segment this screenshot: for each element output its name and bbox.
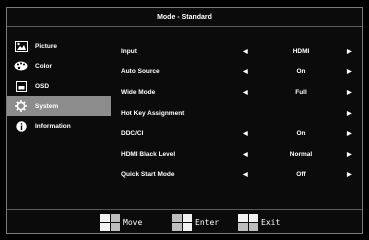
row-value: On (296, 130, 306, 138)
row-label: Auto Source (121, 68, 160, 76)
arrow-left-icon[interactable]: ◀ (243, 151, 248, 158)
sidebar-item-label: Information (35, 122, 71, 130)
exit-label: Exit (261, 218, 281, 227)
row-value: HDMI (292, 47, 310, 55)
arrow-right-icon[interactable]: ▶ (347, 89, 352, 96)
row-label: HDMI Black Level (121, 150, 176, 158)
arrow-right-icon[interactable]: ▶ (347, 171, 352, 178)
arrow-left-icon[interactable]: ◀ (243, 130, 248, 137)
menu-row-quick-start-mode[interactable]: Quick Start Mode ◀ Off ▶ (121, 165, 357, 186)
key-hint-bar: Move Enter Exit (7, 209, 362, 235)
arrow-right-icon[interactable]: ▶ (347, 68, 352, 75)
row-label: DDC/CI (121, 130, 144, 138)
osd-title-bar: Mode - Standard (7, 8, 362, 27)
menu-row-hdmi-black-level[interactable]: HDMI Black Level ◀ Normal ▶ (121, 144, 357, 165)
row-label: Wide Mode (121, 88, 156, 96)
mode-title: Mode - Standard (157, 13, 212, 21)
arrow-left-icon[interactable]: ◀ (243, 89, 248, 96)
exit-key-icon (238, 214, 258, 231)
menu-row-hot-key-assignment[interactable]: Hot Key Assignment ▶ (121, 103, 357, 124)
sidebar-item-label: OSD (35, 82, 50, 90)
row-value: Full (295, 88, 307, 96)
row-value: Normal (289, 150, 313, 158)
arrow-right-icon[interactable]: ▶ (347, 110, 352, 117)
arrow-left-icon[interactable]: ◀ (243, 48, 248, 55)
sidebar-item-label: System (35, 102, 59, 110)
sidebar-item-label: Color (35, 62, 52, 70)
arrow-left-icon[interactable]: ◀ (243, 171, 248, 178)
exit-hint: Exit (238, 214, 280, 231)
row-label: Input (121, 47, 137, 55)
row-label: Hot Key Assignment (121, 109, 185, 117)
gear-icon (14, 100, 28, 112)
arrow-right-icon[interactable]: ▶ (347, 130, 352, 137)
enter-hint: Enter (172, 214, 219, 231)
arrow-right-icon[interactable]: ▶ (347, 151, 352, 158)
move-hint: Move (100, 214, 142, 231)
sidebar-item-picture[interactable]: Picture (7, 36, 111, 56)
move-key-icon (100, 214, 120, 231)
palette-icon (14, 60, 28, 72)
sidebar-item-information[interactable]: Information (7, 116, 111, 136)
enter-key-icon (172, 214, 192, 231)
osd-window: Mode - Standard Picture Color OSD System… (6, 7, 363, 234)
settings-menu: Input ◀ HDMI ▶ Auto Source ◀ On ▶ Wide M… (121, 41, 357, 185)
enter-label: Enter (195, 218, 220, 227)
move-label: Move (123, 218, 143, 227)
menu-row-wide-mode[interactable]: Wide Mode ◀ Full ▶ (121, 82, 357, 103)
row-value: On (296, 68, 306, 76)
sidebar-item-system[interactable]: System (7, 96, 111, 116)
menu-row-ddc-ci[interactable]: DDC/CI ◀ On ▶ (121, 123, 357, 144)
sidebar-item-osd[interactable]: OSD (7, 76, 111, 96)
row-value: Off (296, 171, 306, 179)
menu-row-input[interactable]: Input ◀ HDMI ▶ (121, 41, 357, 62)
menu-row-auto-source[interactable]: Auto Source ◀ On ▶ (121, 62, 357, 83)
arrow-left-icon[interactable]: ◀ (243, 68, 248, 75)
osd-icon (14, 80, 28, 92)
picture-icon (14, 40, 28, 52)
arrow-right-icon[interactable]: ▶ (347, 48, 352, 55)
sidebar: Picture Color OSD System Information (7, 36, 111, 136)
sidebar-item-color[interactable]: Color (7, 56, 111, 76)
row-label: Quick Start Mode (121, 171, 175, 179)
info-icon (14, 120, 28, 132)
sidebar-item-label: Picture (35, 42, 58, 50)
